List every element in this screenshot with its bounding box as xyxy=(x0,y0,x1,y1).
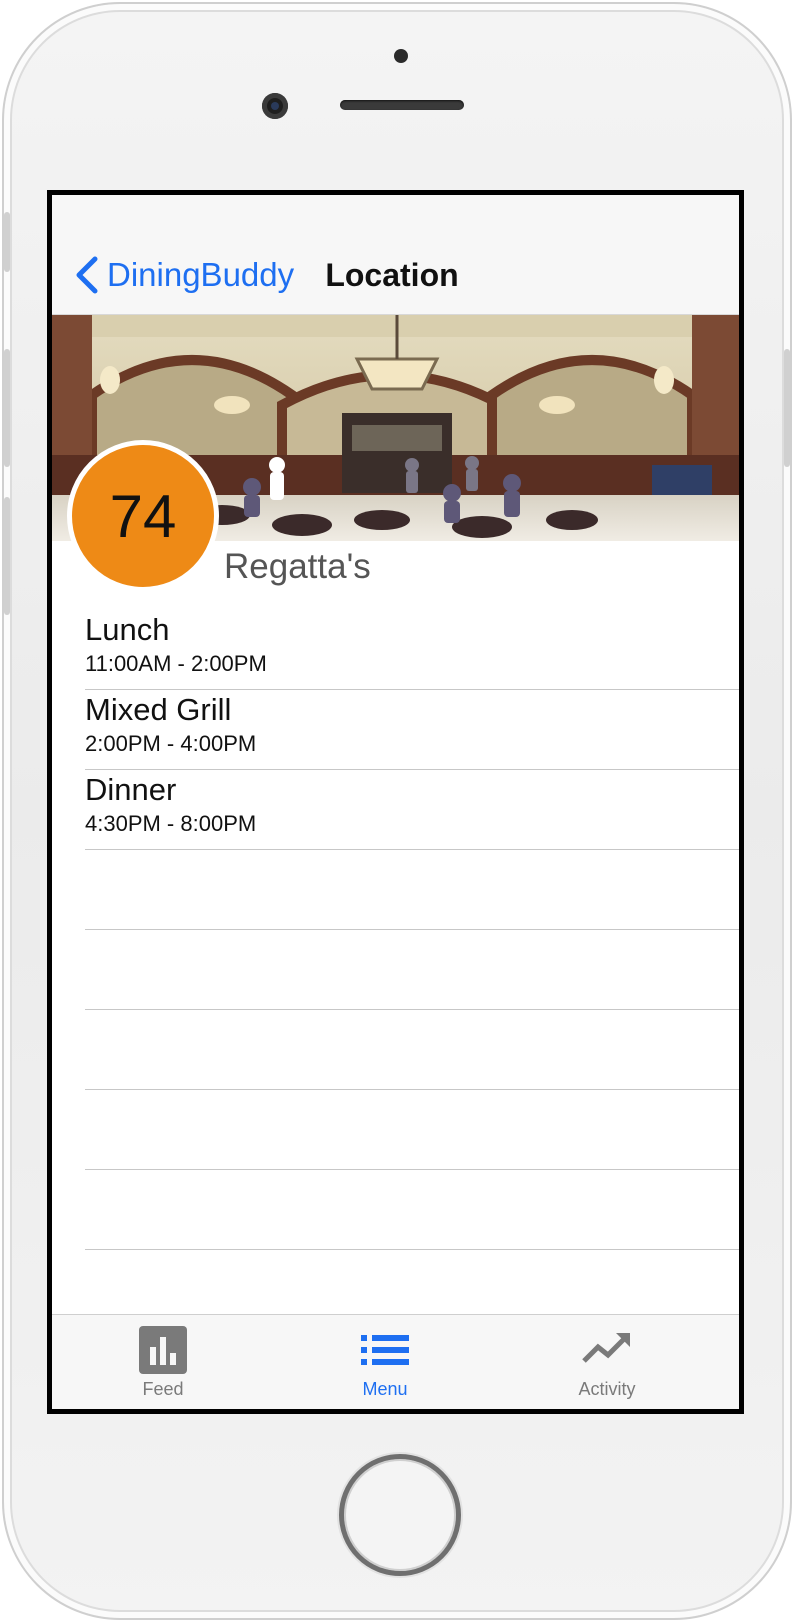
empty-row xyxy=(85,1090,739,1170)
home-button[interactable] xyxy=(339,1454,461,1576)
back-button[interactable]: DiningBuddy xyxy=(69,255,294,295)
tab-activity[interactable]: Activity xyxy=(527,1315,687,1409)
location-name: Regatta's xyxy=(224,547,371,586)
empty-row xyxy=(85,850,739,930)
proximity-sensor xyxy=(394,49,408,63)
tab-activity-label: Activity xyxy=(578,1379,636,1399)
chevron-left-icon xyxy=(76,256,98,294)
power-button xyxy=(784,349,790,467)
screen-content: DiningBuddy Location 74 Regatta's Lunch … xyxy=(52,195,739,1409)
tab-feed[interactable]: Feed xyxy=(83,1315,243,1409)
meal-period-name: Lunch xyxy=(85,612,170,647)
front-camera xyxy=(262,93,288,119)
meal-period-name: Dinner xyxy=(85,772,177,807)
list-icon xyxy=(361,1335,409,1365)
volume-down-button xyxy=(4,497,10,615)
page-title: Location xyxy=(325,257,459,293)
meal-period-hours: 4:30PM - 8:00PM xyxy=(85,811,257,836)
trend-icon xyxy=(582,1333,630,1363)
bar-chart-icon xyxy=(139,1326,187,1374)
rating-score: 74 xyxy=(109,482,177,550)
list-item[interactable]: Mixed Grill 2:00PM - 4:00PM xyxy=(85,690,739,770)
rating-badge: 74 xyxy=(67,440,219,592)
earpiece-speaker xyxy=(340,100,464,110)
screen: DiningBuddy Location 74 Regatta's Lunch … xyxy=(47,190,744,1414)
empty-row xyxy=(85,1170,739,1250)
list-item[interactable]: Dinner 4:30PM - 8:00PM xyxy=(85,770,739,850)
tab-feed-label: Feed xyxy=(142,1379,184,1399)
tab-menu-label: Menu xyxy=(362,1379,408,1399)
navigation-bar: DiningBuddy Location xyxy=(52,195,739,315)
meal-periods-list: Lunch 11:00AM - 2:00PM Mixed Grill 2:00P… xyxy=(85,610,739,1330)
volume-up-button xyxy=(4,349,10,467)
back-button-label: DiningBuddy xyxy=(107,256,295,293)
list-item[interactable]: Lunch 11:00AM - 2:00PM xyxy=(85,610,739,690)
meal-period-hours: 11:00AM - 2:00PM xyxy=(85,651,267,676)
empty-row xyxy=(85,930,739,1010)
empty-row xyxy=(85,1010,739,1090)
tab-bar: Feed Menu Activity xyxy=(52,1314,739,1409)
meal-period-hours: 2:00PM - 4:00PM xyxy=(85,731,257,756)
tab-menu[interactable]: Menu xyxy=(305,1315,465,1409)
meal-period-name: Mixed Grill xyxy=(85,692,232,727)
mute-switch xyxy=(4,212,10,272)
